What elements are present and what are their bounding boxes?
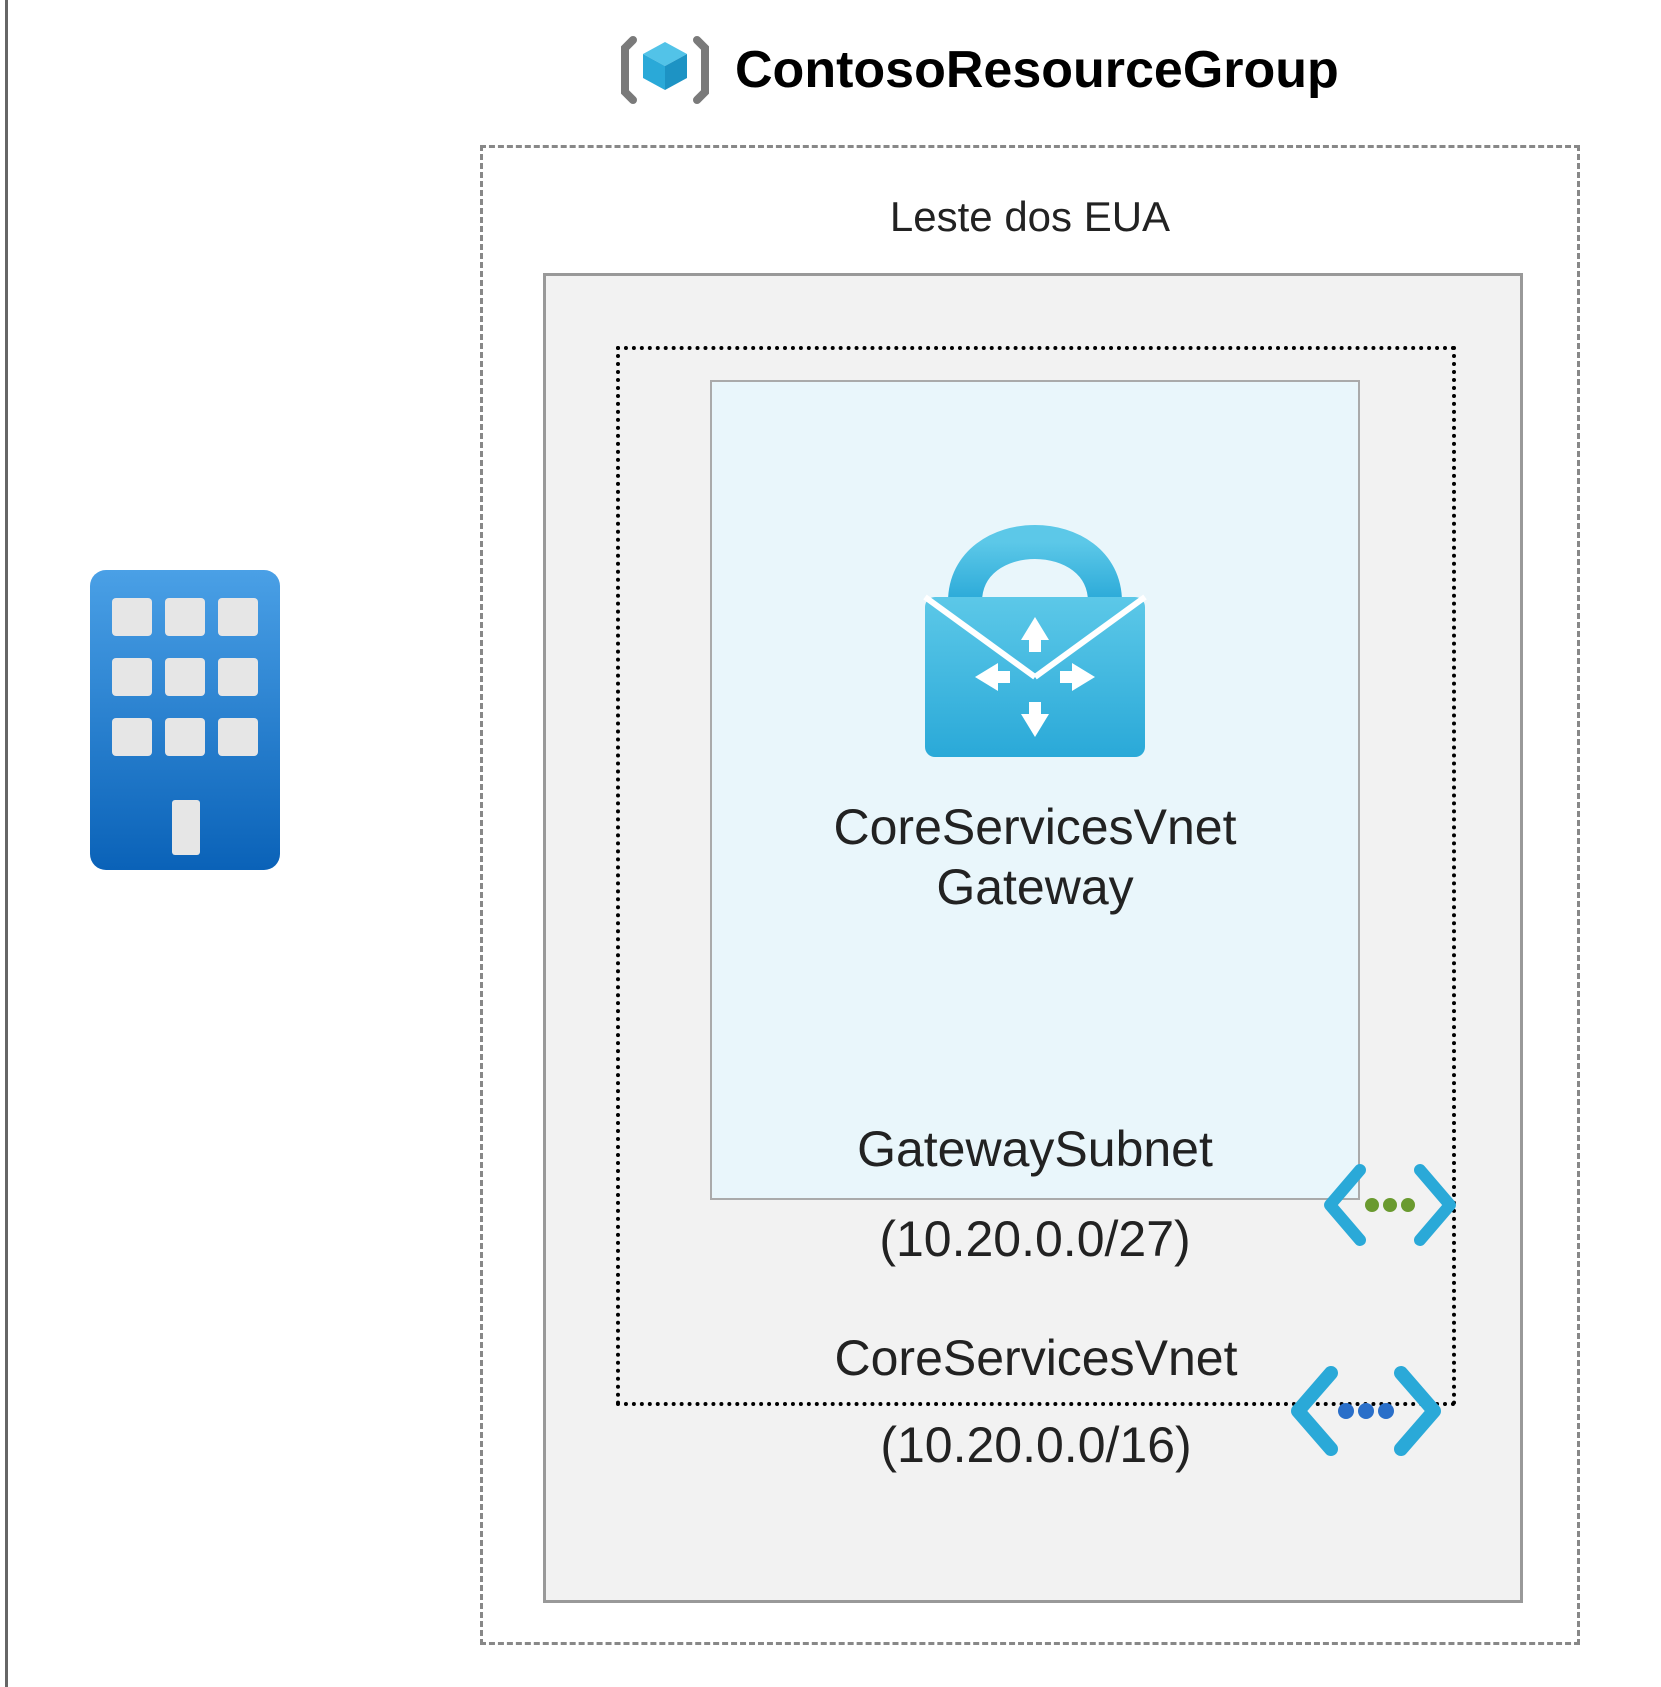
- subnet-name-label: GatewaySubnet: [712, 1120, 1358, 1178]
- gateway-label-line2: Gateway: [936, 859, 1133, 915]
- subnet-container: CoreServicesVnet Gateway GatewaySubnet: [710, 380, 1360, 1200]
- subnet-cidr-label: (10.20.0.0/27): [710, 1210, 1360, 1268]
- resource-group-container: Leste dos EUA: [480, 145, 1580, 1645]
- building-icon: [90, 570, 280, 870]
- left-border-line: [5, 0, 8, 1687]
- gateway-label: CoreServicesVnet Gateway: [712, 797, 1358, 917]
- vnet-container: CoreServicesVnet Gateway GatewaySubnet (…: [616, 346, 1456, 1406]
- vnet-peering-icon: [1320, 1160, 1460, 1255]
- region-container: CoreServicesVnet Gateway GatewaySubnet (…: [543, 273, 1523, 1603]
- resource-group-title: ContosoResourceGroup: [735, 40, 1339, 100]
- region-label: Leste dos EUA: [483, 193, 1577, 241]
- resource-group-header: ContosoResourceGroup: [615, 20, 1339, 120]
- vnet-icon: [1286, 1361, 1446, 1466]
- gateway-label-line1: CoreServicesVnet: [834, 799, 1237, 855]
- vpn-gateway-icon: [712, 452, 1358, 772]
- resource-group-icon: [615, 20, 715, 120]
- gateway-block: CoreServicesVnet Gateway: [712, 452, 1358, 917]
- diagram-canvas: ContosoResourceGroup Leste dos EUA: [0, 0, 1661, 1687]
